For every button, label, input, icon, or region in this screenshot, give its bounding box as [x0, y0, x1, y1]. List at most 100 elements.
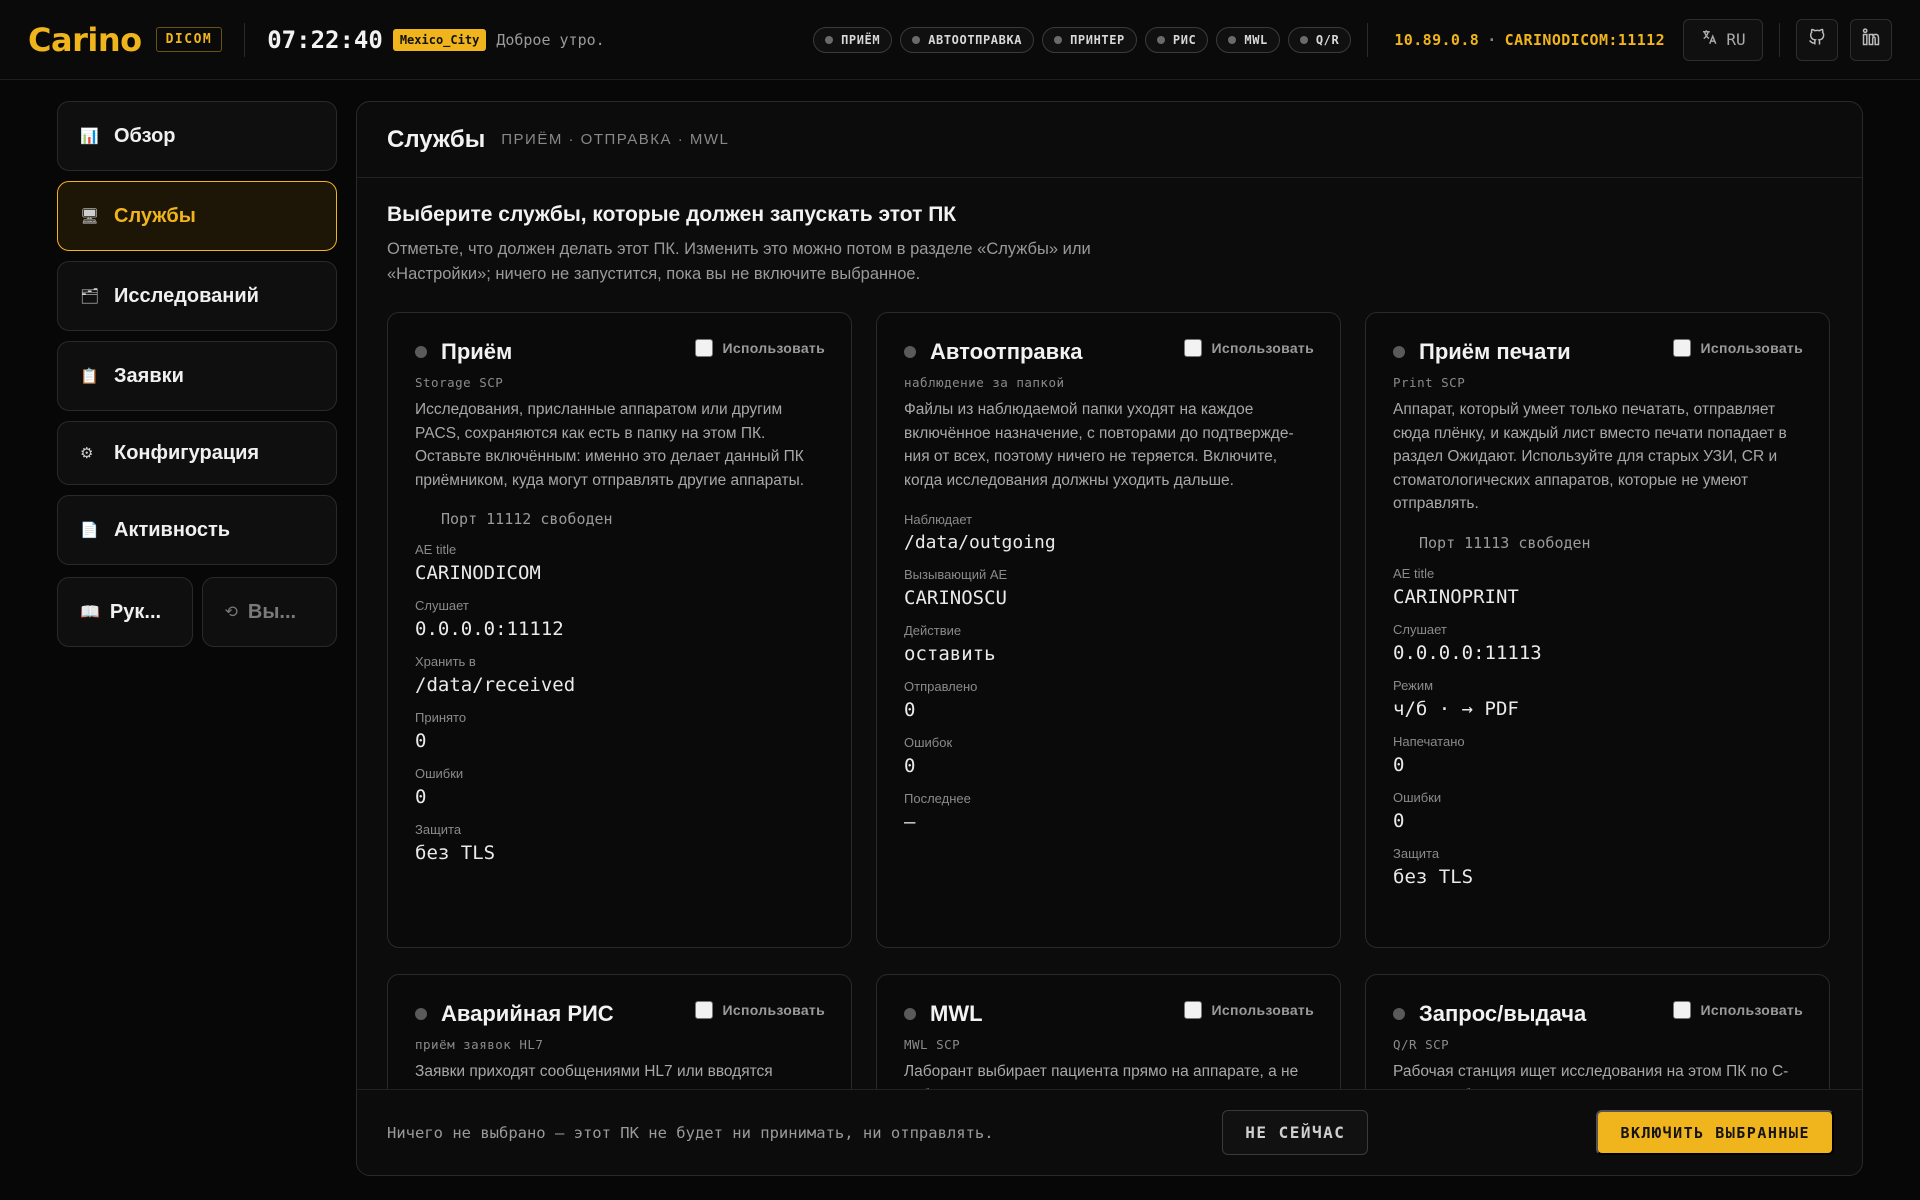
divider: [244, 22, 246, 57]
monitor-icon: 🖥: [80, 208, 100, 225]
status-pill-receive[interactable]: ПРИЁМ: [813, 26, 893, 53]
intro-text: Отметьте, что должен делать этот ПК. Изм…: [387, 240, 1091, 283]
field: Хранить в/data/received: [415, 654, 576, 696]
sidebar-item-activity[interactable]: 📄 Активность: [57, 495, 337, 565]
page-title: Службы: [387, 125, 486, 153]
use-checkbox[interactable]: Использовать: [1183, 339, 1314, 357]
document-icon: 📄: [80, 522, 99, 539]
card-title: Запрос/выдача: [1419, 1001, 1587, 1026]
card-kind: приём заявок HL7: [415, 1037, 544, 1052]
service-card-print: Приём печати Использовать Print SCP Аппа…: [1365, 312, 1830, 948]
intro: Выберите службы, которые должен запускат…: [387, 203, 1837, 287]
intro-heading: Выберите службы, которые должен запускат…: [387, 203, 957, 226]
status-dot-icon: [1228, 35, 1237, 44]
top-bar: Carino DICOM 07:22:40 Mexico_City Доброе…: [0, 0, 1920, 80]
card-title: MWL: [930, 1001, 983, 1026]
card-kind: MWL SCP: [904, 1037, 961, 1052]
card-description: Исследования, присланные аппаратом или д…: [415, 401, 805, 489]
linkedin-button[interactable]: [1850, 18, 1892, 61]
service-cards: Приём Использовать Storage SCP Исследова…: [387, 312, 1837, 1175]
status-dot-icon: [825, 35, 834, 44]
card-kind: Print SCP: [1393, 375, 1466, 390]
card-title: Автоотправка: [930, 339, 1083, 364]
use-checkbox[interactable]: Использовать: [1672, 1001, 1803, 1019]
status-pill-printer[interactable]: ПРИНТЕР: [1042, 26, 1137, 53]
github-button[interactable]: [1796, 18, 1838, 61]
status-dot-icon: [1299, 35, 1308, 44]
sidebar-item-overview[interactable]: 📊 Обзор: [57, 101, 337, 171]
not-now-button[interactable]: НЕ СЕЙЧАС: [1222, 1110, 1369, 1155]
sidebar-bottom-row: 📖 Рук... ⟲ Вы...: [57, 577, 337, 647]
sidebar-item-studies[interactable]: 🗂 Исследований: [57, 261, 337, 331]
app-logo: Carino: [28, 20, 142, 59]
divider: [1367, 22, 1369, 57]
status-dot-icon: [415, 346, 427, 358]
field: Защита без TLS: [1393, 845, 1474, 888]
status-pill-mwl[interactable]: MWL: [1216, 26, 1280, 53]
status-dot-icon: [904, 1008, 916, 1020]
field: Ошибок 0: [904, 735, 953, 777]
clock: 07:22:40: [267, 25, 383, 54]
folder-icon: 🗂: [80, 288, 100, 305]
field: Действие оставить: [904, 623, 996, 665]
dicom-badge: DICOM: [155, 27, 223, 52]
service-card-receive: Приём Использовать Storage SCP Исследова…: [387, 312, 852, 948]
use-checkbox[interactable]: Использовать: [1183, 1001, 1314, 1019]
sidebar: 📊 Обзор 🖥 Службы 🗂 Исследований 📋 Заявки…: [57, 101, 337, 647]
status-dot-icon: [912, 35, 921, 44]
use-checkbox[interactable]: Использовать: [1672, 339, 1803, 357]
status-pill-qr[interactable]: Q/R: [1287, 26, 1352, 53]
book-icon: 📖: [80, 604, 100, 621]
checkbox-icon[interactable]: [694, 339, 713, 357]
clipboard-icon: 📋: [80, 368, 99, 385]
enable-selected-button[interactable]: ВКЛЮЧИТЬ ВЫБРАННЫЕ: [1596, 1110, 1834, 1155]
card-title: Приём печати: [1419, 339, 1571, 364]
checkbox-icon[interactable]: [1672, 1001, 1691, 1019]
checkbox-icon[interactable]: [694, 1001, 713, 1019]
field: Напечатано 0: [1393, 733, 1465, 776]
use-checkbox[interactable]: Использовать: [694, 1001, 825, 1019]
selection-status: Ничего не выбрано — этот ПК не будет ни …: [387, 1123, 994, 1142]
field: Ошибки 0: [415, 766, 464, 808]
gear-icon: ⚙: [80, 445, 94, 462]
field: Слушает 0.0.0.0:11113: [1393, 621, 1542, 664]
field: Отправлено 0: [904, 679, 978, 721]
power-icon: ⟲: [224, 604, 238, 621]
card-kind: Storage SCP: [415, 375, 504, 390]
status-dot-icon: [1393, 346, 1405, 358]
status-dot-icon: [1393, 1008, 1405, 1020]
language-button[interactable]: RU: [1683, 18, 1763, 61]
divider: [1779, 22, 1780, 57]
sidebar-item-manual[interactable]: 📖 Рук...: [57, 577, 193, 647]
timezone-badge: Mexico_City: [392, 28, 487, 51]
checkbox-icon[interactable]: [1183, 339, 1202, 357]
status-dot-icon: [415, 1008, 427, 1020]
sidebar-item-logout[interactable]: ⟲ Вы...: [201, 577, 337, 647]
panel-footer: Ничего не выбрано — этот ПК не будет ни …: [357, 1089, 1862, 1175]
field: Вызывающий AE CARINOSCU: [904, 567, 1008, 609]
chart-icon: 📊: [80, 128, 99, 145]
card-title: Аварийная РИС: [441, 1001, 614, 1026]
field: Слушает 0.0.0.0:11112: [415, 598, 564, 640]
field: Режим ч/б · → PDF: [1393, 677, 1519, 720]
status-dot-icon: [1156, 35, 1165, 44]
services-panel: Службы ПРИЁМ · ОТПРАВКА · MWL Выберите с…: [356, 101, 1863, 1176]
sidebar-item-configuration[interactable]: ⚙ Конфигурация: [57, 421, 337, 485]
use-checkbox[interactable]: Использовать: [694, 339, 825, 357]
port-status: Порт 11113 свободен: [1419, 533, 1591, 552]
field: Последнее —: [904, 791, 971, 833]
status-pill-autosend[interactable]: АВТООТПРАВКА: [900, 26, 1035, 53]
sidebar-item-orders[interactable]: 📋 Заявки: [57, 341, 337, 411]
network-address: 10.89.0.8 · CARINODICOM:11112: [1394, 30, 1665, 49]
page-subtitle: ПРИЁМ · ОТПРАВКА · MWL: [501, 131, 730, 148]
sidebar-item-services[interactable]: 🖥 Службы: [57, 181, 337, 251]
card-title: Приём: [441, 339, 513, 364]
status-pill-ris[interactable]: РИС: [1144, 26, 1209, 53]
checkbox-icon[interactable]: [1183, 1001, 1202, 1019]
field: AE title CARINOPRINT: [1393, 565, 1519, 608]
port-status: Порт 11112 свободен: [441, 510, 613, 528]
panel-header: Службы ПРИЁМ · ОТПРАВКА · MWL: [357, 102, 1862, 178]
translate-icon: [1700, 28, 1718, 51]
checkbox-icon[interactable]: [1672, 339, 1691, 357]
card-kind: Q/R SCP: [1393, 1037, 1450, 1052]
